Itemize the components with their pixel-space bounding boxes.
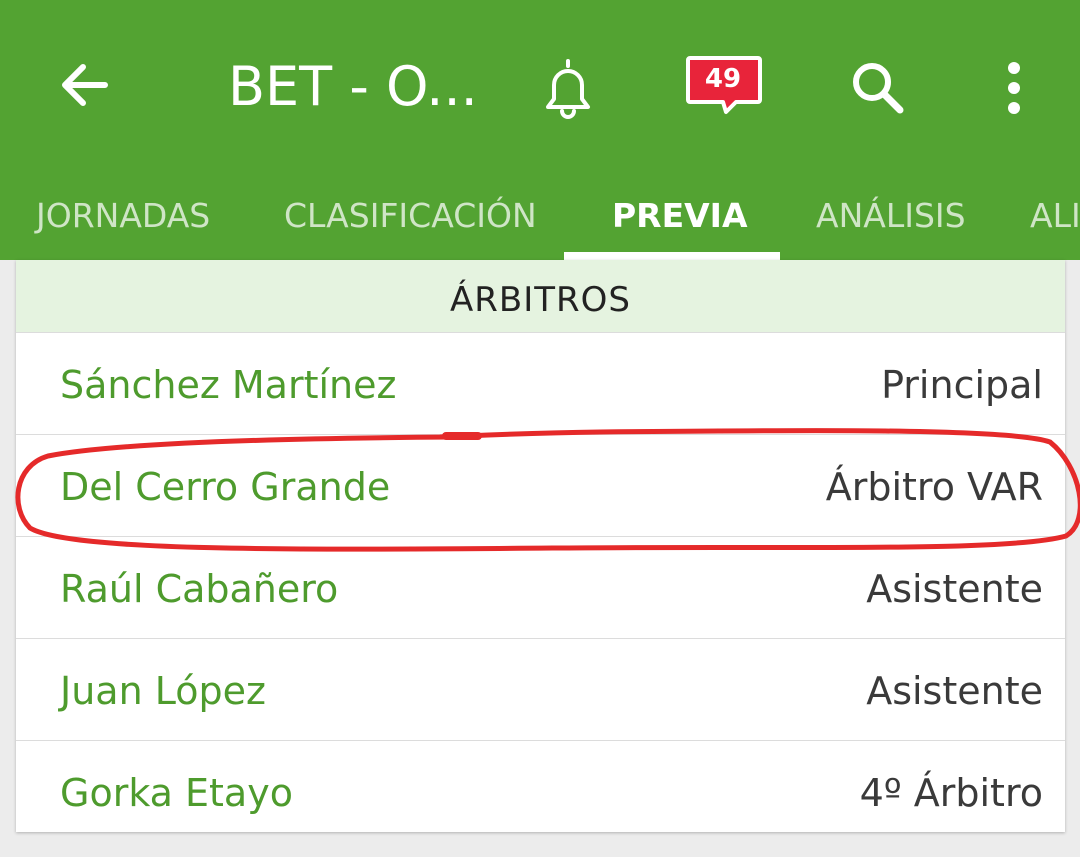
referee-row[interactable]: Raúl Cabañero Asistente: [16, 536, 1065, 638]
tab-previa[interactable]: PREVIA: [612, 176, 748, 260]
tab-clasificacion[interactable]: CLASIFICACIÓN: [284, 176, 537, 260]
referees-card: ÁRBITROS Sánchez Martínez Principal Del …: [16, 260, 1065, 832]
comments-button[interactable]: 49: [676, 40, 772, 136]
tab-bar: JORNADAS CLASIFICACIÓN PREVIA ANÁLISIS A…: [0, 176, 1080, 260]
bell-icon: [546, 59, 590, 119]
referee-role: Árbitro VAR: [825, 465, 1043, 509]
referee-role: Asistente: [866, 567, 1043, 611]
referee-name[interactable]: Raúl Cabañero: [60, 537, 338, 639]
tab-ali[interactable]: ALI: [1030, 176, 1080, 260]
referee-row[interactable]: Juan López Asistente: [16, 638, 1065, 740]
page-title: BET - O...: [228, 55, 478, 118]
referee-role: 4º Árbitro: [859, 771, 1043, 815]
comments-count-badge: 49: [704, 64, 742, 94]
referee-role: Asistente: [866, 669, 1043, 713]
search-button[interactable]: [830, 40, 926, 136]
tab-jornadas[interactable]: JORNADAS: [36, 176, 210, 260]
referee-name[interactable]: Sánchez Martínez: [60, 333, 396, 435]
referee-role: Principal: [881, 363, 1043, 407]
referee-row[interactable]: Sánchez Martínez Principal: [16, 332, 1065, 434]
active-tab-indicator: [564, 252, 780, 260]
notifications-button[interactable]: [520, 40, 616, 136]
search-icon: [853, 63, 904, 114]
referee-row[interactable]: Gorka Etayo 4º Árbitro: [16, 740, 1065, 832]
app-bar: BET - O... 49 JORNADAS CLASIFICACIÓN PRE…: [0, 0, 1080, 260]
referees-section-title: ÁRBITROS: [16, 260, 1065, 332]
tab-analisis[interactable]: ANÁLISIS: [816, 176, 966, 260]
back-button[interactable]: [40, 40, 130, 130]
more-options-button[interactable]: [974, 40, 1054, 136]
referee-name[interactable]: Juan López: [60, 639, 266, 741]
referee-name[interactable]: Del Cerro Grande: [60, 435, 390, 537]
referee-name[interactable]: Gorka Etayo: [60, 741, 293, 832]
arrow-left-icon: [62, 64, 108, 106]
referee-row[interactable]: Del Cerro Grande Árbitro VAR: [16, 434, 1065, 536]
more-vert-icon: [1008, 62, 1020, 114]
